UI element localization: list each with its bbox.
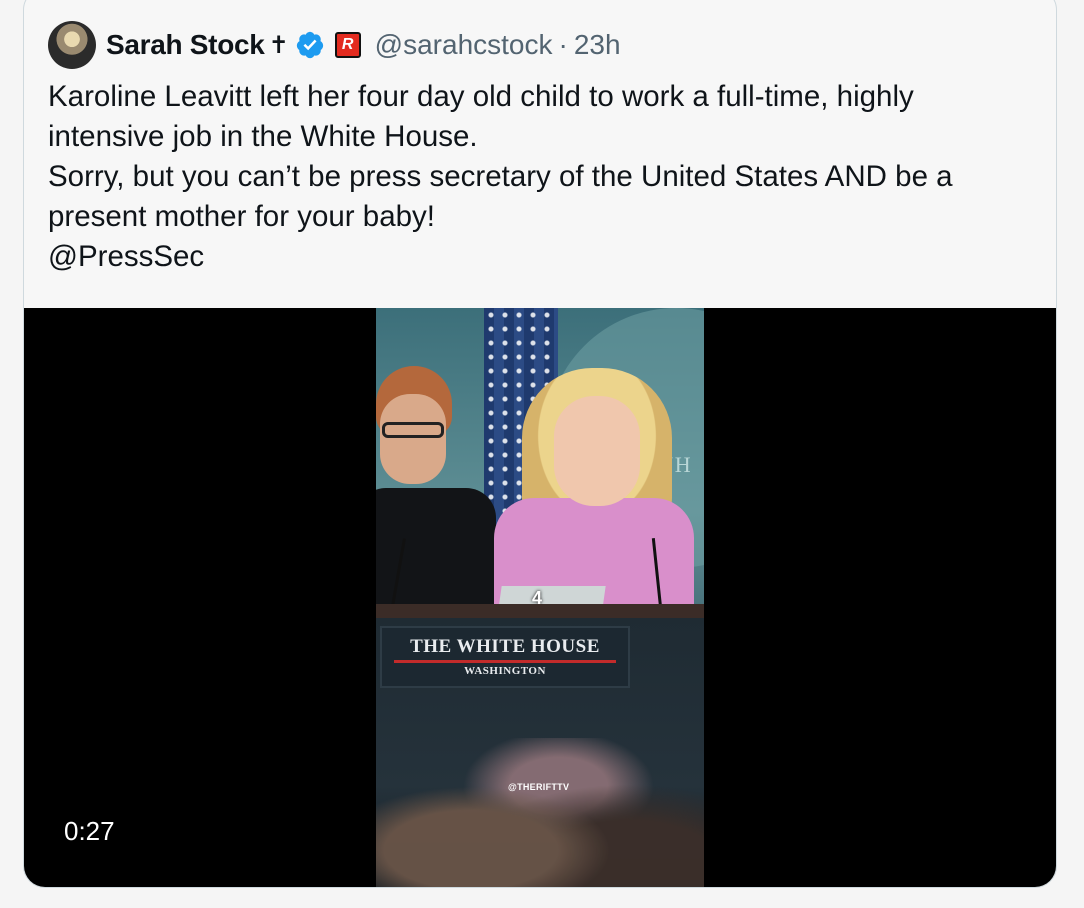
video-watermark: @THERIFTTV bbox=[508, 782, 570, 792]
author-avatar[interactable] bbox=[48, 21, 96, 69]
cross-icon: ✝ bbox=[268, 31, 289, 59]
podium-title: THE WHITE HOUSE bbox=[410, 636, 600, 657]
tweet-text-line: intensive job in the White House. bbox=[48, 120, 478, 153]
tweet-text: Karoline Leavitt left her four day old c… bbox=[48, 77, 1038, 277]
author-handle[interactable]: @sarahcstock bbox=[375, 29, 553, 61]
tweet-text-line: Sorry, but you can’t be press secretary … bbox=[48, 160, 953, 193]
separator-dot: · bbox=[558, 29, 568, 60]
author-display-name[interactable]: Sarah Stock bbox=[106, 29, 265, 61]
video-frame: WH 4 THE WHITE HOUSE WASHINGTON @THERIFT… bbox=[376, 308, 704, 887]
podium-subtitle: WASHINGTON bbox=[464, 665, 546, 677]
affiliate-label: R bbox=[341, 36, 354, 53]
tweet-timestamp[interactable]: 23h bbox=[574, 29, 621, 61]
tweet-card[interactable]: Sarah Stock ✝ R @sarahcstock · 23h Karol… bbox=[23, 0, 1057, 888]
video-player[interactable]: WH 4 THE WHITE HOUSE WASHINGTON @THERIFT… bbox=[24, 308, 1056, 887]
affiliate-logo-icon[interactable]: R bbox=[334, 32, 361, 58]
person-left-glasses bbox=[382, 422, 444, 438]
podium-plaque: THE WHITE HOUSE WASHINGTON bbox=[380, 626, 630, 688]
verified-badge-icon[interactable] bbox=[295, 30, 325, 60]
mention-link[interactable]: @PressSec bbox=[48, 237, 1038, 277]
tweet-text-line: Karoline Leavitt left her four day old c… bbox=[48, 80, 914, 113]
video-duration: 0:27 bbox=[64, 816, 115, 846]
blurred-crowd bbox=[376, 738, 704, 887]
tweet-header: Sarah Stock ✝ R @sarahcstock · 23h bbox=[48, 21, 621, 69]
person-left-face bbox=[380, 394, 446, 484]
tweet-text-line: present mother for your baby! bbox=[48, 200, 435, 233]
person-right-face bbox=[554, 396, 640, 506]
podium-red-rule bbox=[394, 660, 616, 663]
